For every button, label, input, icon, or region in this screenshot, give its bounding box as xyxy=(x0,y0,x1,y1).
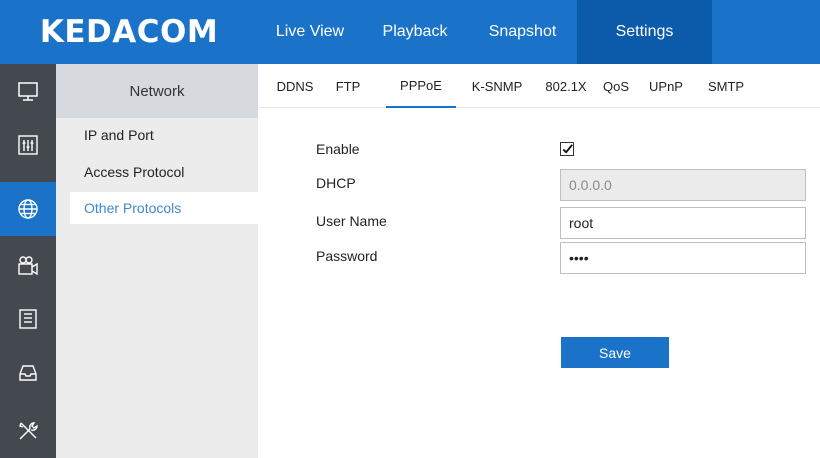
menu-item-other-protocols[interactable]: Other Protocols xyxy=(70,192,258,224)
dhcp-field xyxy=(560,169,806,201)
rail-image-settings[interactable] xyxy=(0,118,56,172)
rail-system[interactable] xyxy=(0,404,56,458)
menu-item-access-protocol[interactable]: Access Protocol xyxy=(70,156,258,188)
password-field[interactable] xyxy=(560,242,806,274)
tools-icon xyxy=(19,422,38,440)
nav-settings[interactable]: Settings xyxy=(577,0,712,64)
network-globe-icon xyxy=(18,199,38,219)
username-label: User Name xyxy=(316,213,387,229)
enable-label: Enable xyxy=(316,141,360,157)
storage-tray-icon xyxy=(19,365,37,381)
main-content: DDNS FTP PPPoE K-SNMP 802.1X QoS UPnP SM… xyxy=(258,64,820,458)
nav-playback[interactable]: Playback xyxy=(362,0,468,64)
equalizer-icon xyxy=(18,135,38,155)
top-header: KEDACOM Live View Playback Snapshot Sett… xyxy=(0,0,820,64)
kedacom-logo: KEDACOM xyxy=(39,14,219,50)
tab-upnp[interactable]: UPnP xyxy=(638,64,694,108)
tab-ddns[interactable]: DDNS xyxy=(268,64,322,108)
top-nav: Live View Playback Snapshot Settings xyxy=(258,0,712,64)
save-button[interactable]: Save xyxy=(561,337,669,368)
rail-events[interactable] xyxy=(0,292,56,346)
enable-checkbox[interactable] xyxy=(560,142,574,156)
tab-802-1x[interactable]: 802.1X xyxy=(539,64,593,108)
tab-k-snmp[interactable]: K-SNMP xyxy=(463,64,531,108)
rail-storage[interactable] xyxy=(0,346,56,400)
icon-rail xyxy=(0,64,56,458)
rail-network[interactable] xyxy=(0,182,56,236)
document-list-icon xyxy=(19,309,37,329)
rail-camera[interactable] xyxy=(0,239,56,293)
tab-pppoe[interactable]: PPPoE xyxy=(386,64,456,108)
dhcp-label: DHCP xyxy=(316,175,356,191)
rail-live-monitor[interactable] xyxy=(0,64,56,118)
camera-icon xyxy=(18,256,38,276)
nav-snapshot[interactable]: Snapshot xyxy=(468,0,577,64)
nav-live-view[interactable]: Live View xyxy=(258,0,362,64)
password-label: Password xyxy=(316,248,378,264)
menu-item-ip-and-port[interactable]: IP and Port xyxy=(70,119,258,151)
side-menu: Network IP and Port Access Protocol Othe… xyxy=(56,64,258,458)
checkmark-icon xyxy=(562,144,573,154)
tab-qos[interactable]: QoS xyxy=(596,64,636,108)
tab-ftp[interactable]: FTP xyxy=(328,64,368,108)
menu-heading: Network xyxy=(56,64,258,118)
monitor-icon xyxy=(18,82,38,101)
header-edge xyxy=(790,0,820,64)
username-field[interactable] xyxy=(560,207,806,239)
protocol-tabs: DDNS FTP PPPoE K-SNMP 802.1X QoS UPnP SM… xyxy=(258,64,820,108)
tab-smtp[interactable]: SMTP xyxy=(698,64,754,108)
